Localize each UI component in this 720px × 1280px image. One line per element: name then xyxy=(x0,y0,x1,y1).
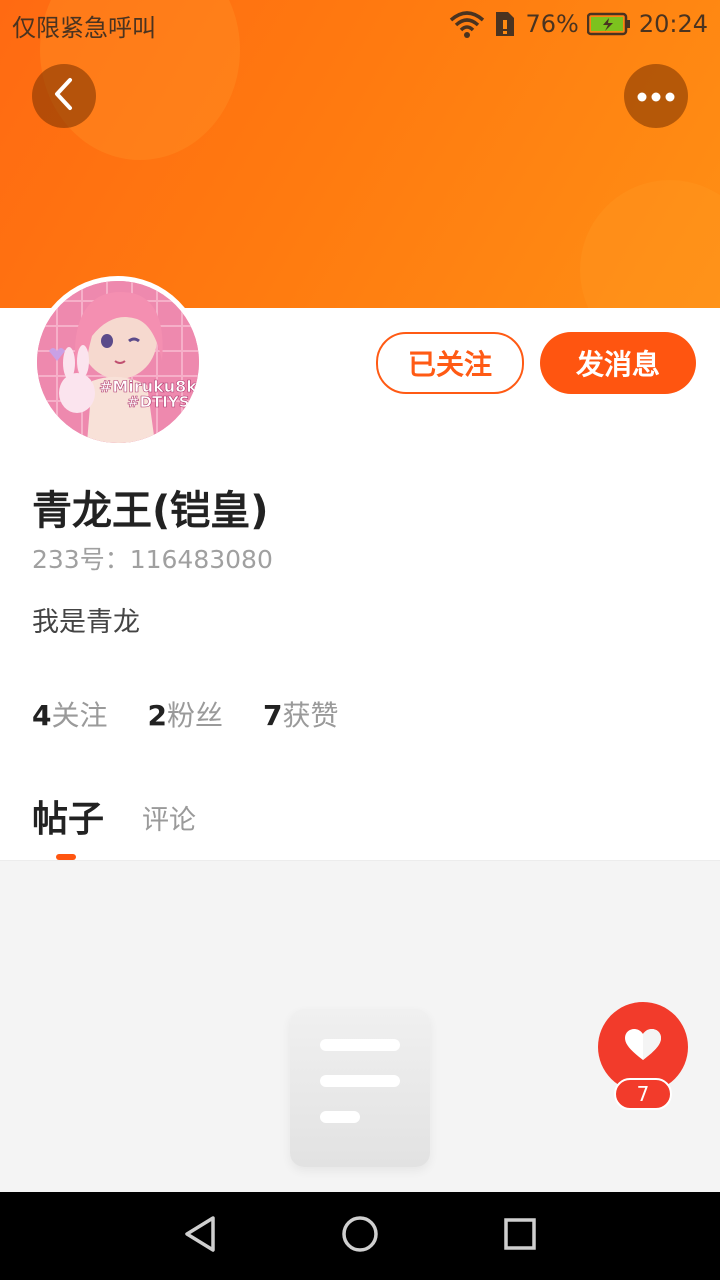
following-button[interactable]: 已关注 xyxy=(376,332,524,394)
battery-charging-icon xyxy=(586,12,631,36)
back-triangle-icon xyxy=(182,1215,218,1257)
carrier-text: 仅限紧急呼叫 xyxy=(12,14,156,42)
tab-posts[interactable]: 帖子 xyxy=(32,790,104,842)
empty-document-icon xyxy=(290,1009,430,1167)
battery-percent: 76% xyxy=(525,10,579,38)
stat-label: 关注 xyxy=(51,699,108,732)
system-navigation-bar xyxy=(0,1192,720,1280)
user-id: 233号：116483080 xyxy=(32,545,273,574)
stat-number: 2 xyxy=(147,699,167,732)
sim-icon xyxy=(493,10,517,38)
stat-label: 获赞 xyxy=(282,699,339,732)
banner-decoration xyxy=(580,180,720,308)
avatar-image: #Miruku8k #DTIYS xyxy=(37,281,199,443)
like-count-badge: 7 xyxy=(614,1078,672,1110)
status-bar: 仅限紧急呼叫 76% 20:24 xyxy=(0,0,720,48)
profile-bio: 我是青龙 xyxy=(32,607,140,638)
nav-home-button[interactable] xyxy=(336,1212,384,1260)
chevron-left-icon xyxy=(52,77,76,115)
more-options-button[interactable] xyxy=(624,64,688,128)
stat-number: 4 xyxy=(32,699,52,732)
avatar-text-2: #DTIYS xyxy=(127,393,190,412)
stat-following[interactable]: 4关注 xyxy=(32,694,108,734)
stat-label: 粉丝 xyxy=(166,699,223,732)
profile-tabs: 帖子 评论 xyxy=(32,788,692,860)
nav-back-button[interactable] xyxy=(176,1212,224,1260)
recents-square-icon xyxy=(503,1217,537,1255)
stat-number: 7 xyxy=(263,699,283,732)
send-message-button[interactable]: 发消息 xyxy=(540,332,696,394)
more-horizontal-icon xyxy=(636,87,676,106)
status-icons: 76% 20:24 xyxy=(449,8,708,40)
heart-icon xyxy=(624,1028,662,1066)
profile-stats: 4关注 2粉丝 7获赞 xyxy=(32,694,339,734)
home-circle-icon xyxy=(341,1215,379,1257)
clock: 20:24 xyxy=(638,10,708,38)
profile-name: 青龙王(铠皇) xyxy=(32,488,269,534)
stat-followers[interactable]: 2粉丝 xyxy=(148,694,224,734)
nav-recents-button[interactable] xyxy=(496,1212,544,1260)
avatar[interactable]: #Miruku8k #DTIYS xyxy=(32,276,204,448)
tab-comments[interactable]: 评论 xyxy=(142,798,196,837)
back-button[interactable] xyxy=(32,64,96,128)
stat-likes[interactable]: 7获赞 xyxy=(263,694,339,734)
wifi-icon xyxy=(449,10,485,38)
